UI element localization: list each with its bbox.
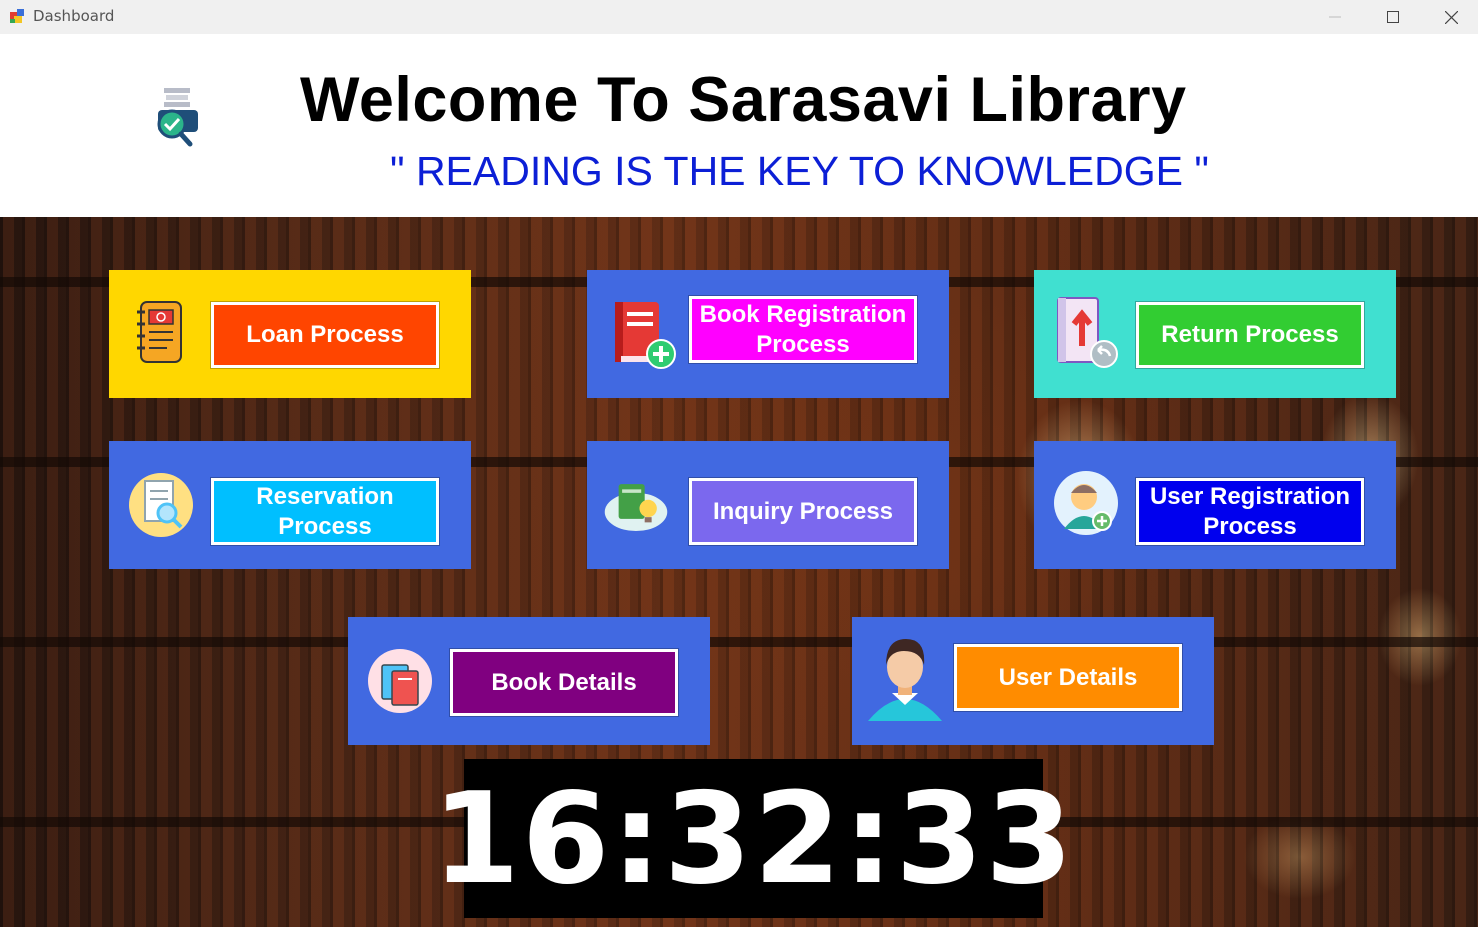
book-idea-icon (604, 484, 668, 532)
minimize-icon (1329, 16, 1341, 18)
loan-tile: Loan Process (109, 270, 471, 398)
loan-process-button[interactable]: Loan Process (211, 302, 439, 368)
return-tile: Return Process (1034, 270, 1396, 398)
books-icon (368, 649, 432, 713)
user-registration-tile: User Registration Process (1034, 441, 1396, 569)
return-process-button[interactable]: Return Process (1136, 302, 1364, 368)
book-details-tile: Book Details (348, 617, 710, 745)
inquiry-process-button[interactable]: Inquiry Process (689, 478, 917, 545)
library-logo-icon (157, 88, 198, 147)
reservation-process-button[interactable]: Reservation Process (211, 478, 439, 545)
user-add-icon (1054, 471, 1118, 535)
document-search-icon (129, 473, 193, 537)
user-details-button[interactable]: User Details (954, 644, 1182, 711)
book-add-icon (615, 302, 676, 369)
book-registration-tile: Book Registration Process (587, 270, 949, 398)
book-details-button[interactable]: Book Details (450, 649, 678, 716)
title-bar: Dashboard (0, 0, 1478, 34)
close-button[interactable] (1422, 0, 1478, 34)
book-registration-button[interactable]: Book Registration Process (689, 296, 917, 363)
slogan-text: " READING IS THE KEY TO KNOWLEDGE " (390, 148, 1209, 194)
digital-clock: 16:32:33 (432, 759, 1073, 918)
shelf-divider (0, 637, 1478, 647)
inquiry-tile: Inquiry Process (587, 441, 949, 569)
app-icon (10, 9, 24, 23)
book-return-icon (1057, 297, 1118, 368)
user-icon (868, 639, 942, 721)
maximize-button[interactable] (1364, 0, 1422, 34)
reservation-tile: Reservation Process (109, 441, 471, 569)
user-details-tile: User Details (852, 617, 1214, 745)
notebook-icon (137, 301, 182, 363)
window-title: Dashboard (33, 7, 115, 25)
maximize-icon (1387, 11, 1399, 23)
welcome-title: Welcome To Sarasavi Library (300, 65, 1187, 135)
header: Welcome To Sarasavi Library " READING IS… (0, 34, 1478, 217)
minimize-button[interactable] (1306, 0, 1364, 34)
close-icon (1444, 10, 1458, 24)
user-registration-button[interactable]: User Registration Process (1136, 478, 1364, 545)
